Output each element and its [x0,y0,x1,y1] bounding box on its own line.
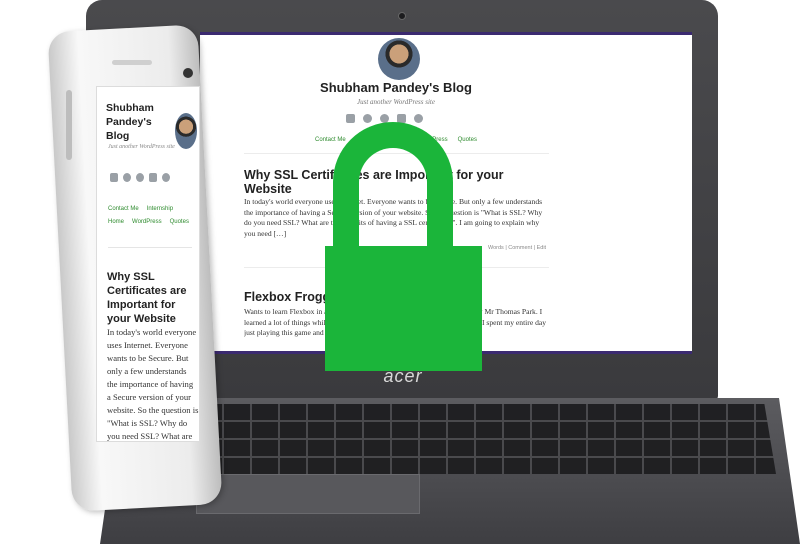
post-meta[interactable]: Words | Comment | Edit [488,245,546,251]
github-icon[interactable] [123,173,131,182]
twitter-icon[interactable] [136,173,144,182]
wordpress-icon[interactable] [414,114,423,123]
mobile-divider [108,247,192,248]
mobile-nav-contact-me[interactable]: Contact Me [108,206,139,212]
phone-camera [183,68,193,78]
mobile-avatar [175,113,197,149]
mobile-social-icons [110,173,170,182]
phone-speaker [112,60,152,65]
nav-quotes[interactable]: Quotes [458,137,477,143]
facebook-icon[interactable] [346,114,355,123]
touchpad[interactable] [196,474,420,514]
webcam [398,12,406,20]
github-icon[interactable] [363,114,372,123]
mobile-nav-internship[interactable]: Internship [147,206,173,212]
phone-side-button [66,90,72,160]
mobile-tagline: Just another WordPress site [108,144,175,150]
wordpress-icon[interactable] [162,173,170,182]
avatar [378,38,420,80]
blog-tagline: Just another WordPress site [357,98,435,106]
mobile-nav-wordpress[interactable]: WordPress [132,219,162,225]
mobile-nav-quotes[interactable]: Quotes [170,219,189,225]
nav-contact-me[interactable]: Contact Me [315,137,346,143]
linkedin-icon[interactable] [149,173,157,182]
mobile-nav-home[interactable]: Home [108,219,124,225]
facebook-icon[interactable] [110,173,118,182]
mobile-blog-title[interactable]: Shubham Pandey's Blog [106,101,176,143]
mobile-post-excerpt: In today's world everyone uses Internet.… [107,327,199,446]
mobile-nav: Contact Me Internship Home WordPress Quo… [108,206,192,225]
keyboard [196,404,776,474]
blog-title[interactable]: Shubham Pandey's Blog [200,80,592,95]
padlock-body [325,246,482,371]
mobile-post-title[interactable]: Why SSL Certificates are Important for y… [107,270,199,326]
